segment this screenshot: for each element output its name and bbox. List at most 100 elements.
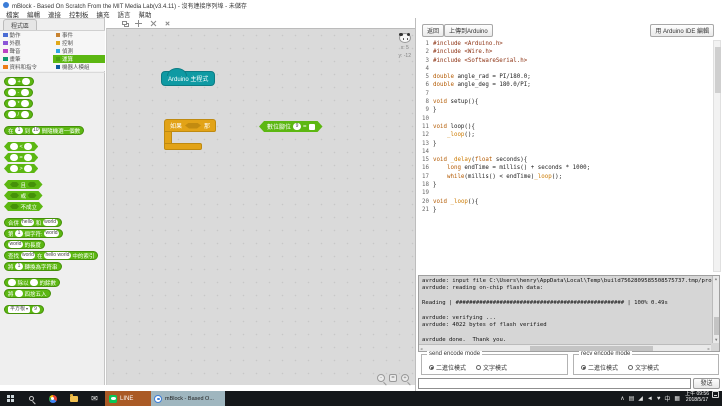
radio-icon[interactable]: [628, 365, 633, 370]
palette-block[interactable]: <: [4, 142, 38, 151]
tray-icon[interactable]: 中: [664, 394, 670, 403]
mail-icon: ✉: [91, 395, 98, 403]
palette-block[interactable]: 將1轉換為字符串: [4, 262, 62, 271]
radio-icon[interactable]: [581, 365, 586, 370]
serial-send-input[interactable]: [418, 378, 691, 389]
scripts-canvas[interactable]: x: 5 y: -12 Arduino 主程式 如果 那 數位腳位9= - = …: [106, 28, 415, 385]
palette-block[interactable]: 第1個字符:world: [4, 229, 63, 238]
palette-block[interactable]: 不成立: [4, 202, 43, 211]
palette-block[interactable]: +: [4, 77, 34, 86]
code-scrollbar[interactable]: [713, 40, 721, 272]
palette-block[interactable]: 平方根▾9: [4, 305, 44, 314]
tray-icon[interactable]: ▦: [674, 395, 680, 402]
digital-pin-equals-block[interactable]: 數位腳位9=: [259, 121, 323, 132]
palette-block[interactable]: 或: [4, 191, 43, 200]
upload-to-arduino-button[interactable]: 上傳到Arduino: [444, 24, 493, 37]
code-line: 19: [421, 189, 711, 197]
folder-icon: [70, 396, 78, 402]
zoom-reset-icon[interactable]: =: [389, 374, 397, 382]
encode-option[interactable]: 文字模式: [476, 363, 507, 372]
tray-icon[interactable]: ∧: [620, 395, 624, 402]
palette-block[interactable]: -: [4, 88, 33, 97]
zoom-out-icon[interactable]: -: [377, 374, 385, 382]
recv-encode-mode-legend: recv encode mode: [579, 351, 632, 357]
palette-category[interactable]: 動作: [0, 31, 53, 39]
arduino-program-hat-block[interactable]: Arduino 主程式: [161, 71, 215, 86]
taskbar-mail-button[interactable]: ✉: [84, 391, 105, 406]
line-number: 2: [421, 48, 429, 56]
palette-block[interactable]: =: [4, 153, 38, 162]
palette-block[interactable]: 在1到10間隨機選一個數: [4, 126, 84, 135]
taskbar-mblock-app[interactable]: mBlock - Based O...: [151, 391, 225, 406]
mblock-window: mBlock - Based On Scratch From the MIT M…: [0, 0, 722, 391]
line-app-label: LINE: [120, 396, 133, 402]
radio-icon[interactable]: [476, 365, 481, 370]
sprite-x-coordinate: x: 5: [398, 45, 411, 51]
if-block-suffix: 那: [204, 121, 210, 130]
taskbar-search-button[interactable]: [21, 391, 42, 406]
back-button[interactable]: 返回: [422, 24, 444, 37]
zoom-in-icon[interactable]: +: [401, 374, 409, 382]
start-button[interactable]: [0, 391, 21, 406]
code-line: 1 #include <Arduino.h>: [421, 40, 711, 48]
taskbar-browser-button[interactable]: [42, 391, 63, 406]
tray-icon[interactable]: ◢: [638, 395, 643, 402]
palette-block[interactable]: 除以的餘數: [4, 278, 60, 287]
taskbar-explorer-button[interactable]: [63, 391, 84, 406]
code-line: 6 double angle_deg = 180.0/PI;: [421, 81, 711, 89]
palette-block[interactable]: *: [4, 99, 33, 108]
send-encode-mode-legend: send encode mode: [427, 351, 482, 357]
palette-block[interactable]: /: [4, 110, 33, 119]
clock-date: 2018/5/17: [685, 397, 709, 403]
palette-category[interactable]: 外觀: [0, 39, 53, 47]
palette-block[interactable]: 合併hello和world: [4, 218, 62, 227]
duplicate-icon[interactable]: [122, 21, 127, 25]
radio-icon[interactable]: [429, 365, 434, 370]
line-number: 8: [421, 98, 429, 106]
action-center-icon[interactable]: [712, 391, 719, 398]
palette-block[interactable]: 將四捨五入: [4, 289, 51, 298]
palette-block[interactable]: 且: [4, 180, 43, 189]
palette-category[interactable]: 機器人模組: [53, 63, 106, 71]
code-line: 9 }: [421, 106, 711, 114]
palette-category[interactable]: 聲音: [0, 47, 53, 55]
grow-icon[interactable]: [149, 18, 159, 28]
sprite-info: x: 5 y: -12: [398, 33, 411, 59]
line-number: 17: [421, 173, 429, 181]
palette-block[interactable]: 查找world在hello world中的索引: [4, 251, 98, 260]
encode-option[interactable]: 二進位模式: [581, 363, 618, 372]
mblock-app-icon: [154, 395, 162, 403]
taskbar-clock[interactable]: 上午 09:56 2018/5/17: [682, 391, 712, 406]
palette-category[interactable]: 事件: [53, 31, 106, 39]
send-button[interactable]: 發送: [693, 378, 720, 389]
code-line: 10: [421, 115, 711, 123]
mblock-app-label: mBlock - Based O...: [165, 396, 214, 402]
palette-category[interactable]: 運算: [53, 55, 106, 63]
palette-category[interactable]: 資料和指令: [0, 63, 53, 71]
palette-block[interactable]: world的長度: [4, 240, 45, 249]
category-color-swatch: [3, 33, 8, 38]
tray-icon[interactable]: ▤: [629, 395, 635, 402]
palette-block[interactable]: >: [4, 164, 38, 173]
shrink-icon[interactable]: [164, 19, 171, 26]
add-icon[interactable]: [135, 20, 142, 27]
palette-category[interactable]: 控制: [53, 39, 106, 47]
console-output: avrdude: input file C:\Users\henry\AppDa…: [418, 275, 720, 352]
console-vertical-scrollbar[interactable]: ▲▼: [712, 276, 719, 343]
tray-icon[interactable]: ◄: [647, 396, 653, 402]
palette-category[interactable]: 偵測: [53, 47, 106, 55]
encode-option[interactable]: 文字模式: [628, 363, 659, 372]
code-line: 13 }: [421, 140, 711, 148]
taskbar-line-app[interactable]: LINE: [105, 391, 151, 406]
code-line: 8 void setup(){: [421, 98, 711, 106]
menu-bar: 檔案編輯連接控制板擴充語言幫助: [0, 10, 722, 18]
edit-with-arduino-ide-button[interactable]: 用 Arduino IDE 編輯: [650, 24, 714, 37]
tray-icon[interactable]: ♥: [657, 396, 661, 402]
console-line: Reading | ##############################…: [422, 300, 707, 307]
if-then-block[interactable]: 如果 那: [164, 119, 216, 150]
encode-option[interactable]: 二進位模式: [429, 363, 466, 372]
code-line: 11 void loop(){: [421, 123, 711, 131]
palette-category[interactable]: 畫筆: [0, 55, 53, 63]
console-horizontal-scrollbar[interactable]: ◄►: [419, 344, 711, 351]
if-condition-slot[interactable]: [185, 123, 201, 129]
